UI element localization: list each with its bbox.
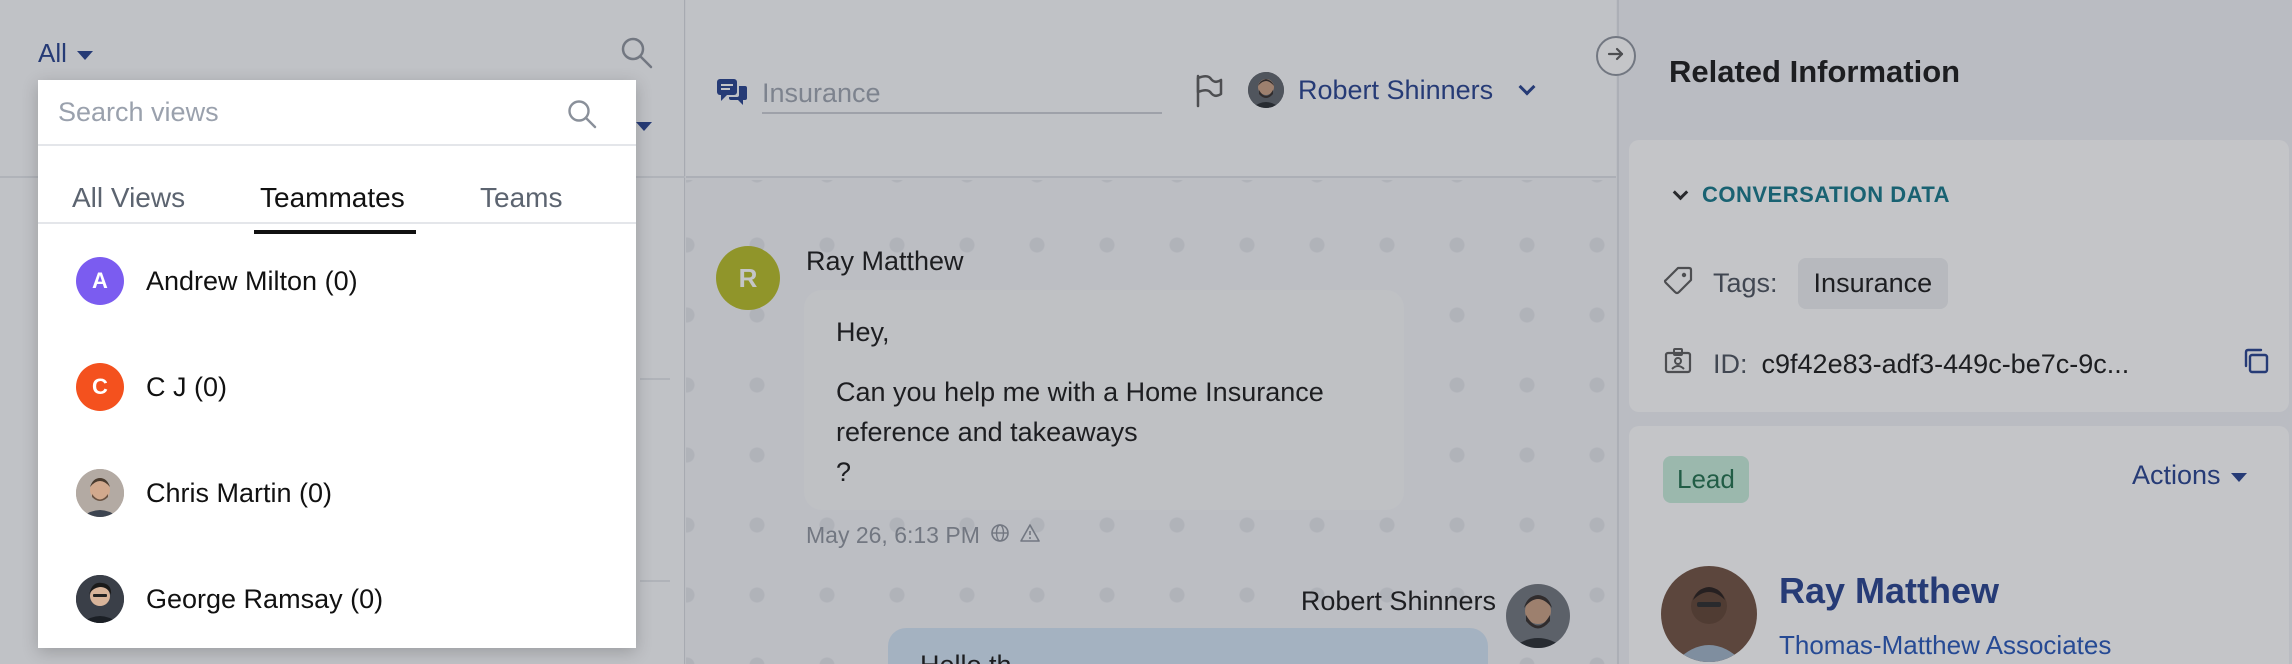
tab-all-views[interactable]: All Views [72,182,185,214]
teammate-name: C J (0) [146,371,227,402]
tab-teams[interactable]: Teams [480,182,562,214]
teammate-name: Andrew Milton (0) [146,265,358,296]
teammate-item-andrew-milton[interactable]: A Andrew Milton (0) [76,256,358,306]
teammate-item-george-ramsay[interactable]: George Ramsay (0) [76,574,383,624]
teammate-avatar [76,469,124,517]
teammate-item-c-j[interactable]: C C J (0) [76,362,227,412]
tabs-divider [38,222,636,224]
teammate-avatar: A [76,257,124,305]
tab-teammates[interactable]: Teammates [260,182,405,214]
teammate-avatar: C [76,363,124,411]
active-tab-indicator [254,230,416,234]
views-dropdown: Search views All Views Teammates Teams A… [38,80,636,648]
teammate-name: Chris Martin (0) [146,477,333,508]
teammate-name: George Ramsay (0) [146,583,384,614]
teammate-avatar [76,575,124,623]
teammate-item-chris-martin[interactable]: Chris Martin (0) [76,468,332,518]
